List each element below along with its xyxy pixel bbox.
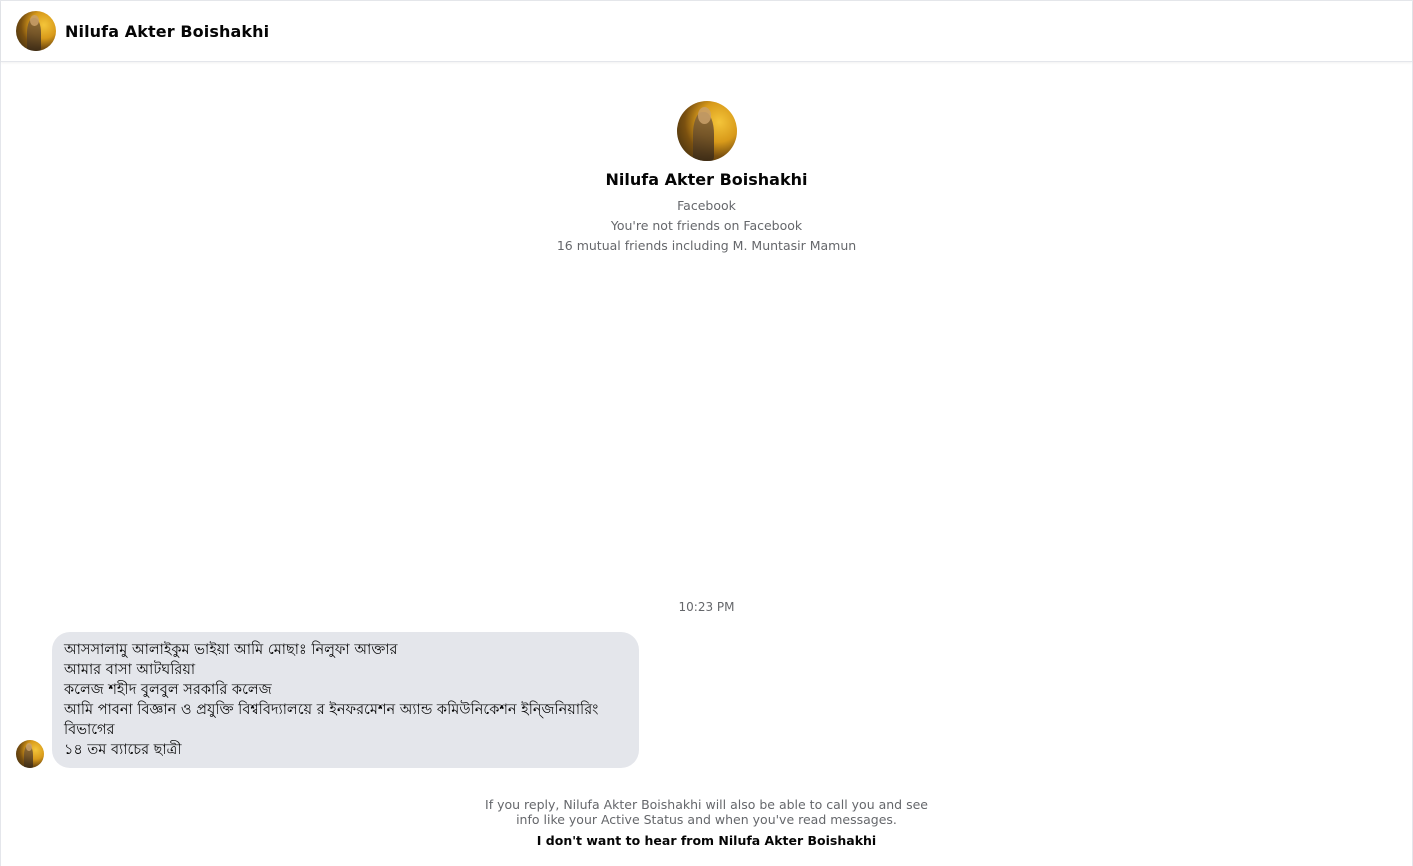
- reply-privacy-note: If you reply, Nilufa Akter Boishakhi wil…: [485, 797, 928, 827]
- header-avatar[interactable]: [16, 11, 56, 51]
- message-line: আমি পাবনা বিজ্ঞান ও প্রযুক্তি বিশ্ববিদ্য…: [64, 702, 599, 718]
- incoming-message-row: আসসালামু আলাইকুম ভাইয়া আমি মোছাঃ নিলুফা…: [16, 632, 639, 768]
- message-request-footer: If you reply, Nilufa Akter Boishakhi wil…: [1, 797, 1412, 848]
- sender-avatar[interactable]: [16, 740, 44, 768]
- message-line: বিভাগের: [64, 722, 115, 738]
- message-line: ১৪ তম ব্যাচের ছাত্রী: [64, 742, 182, 758]
- profile-avatar[interactable]: [676, 101, 737, 161]
- message-timestamp: 10:23 PM: [678, 600, 735, 614]
- profile-platform: Facebook: [677, 198, 736, 213]
- message-line: আসসালামু আলাইকুম ভাইয়া আমি মোছাঃ নিলুফা…: [64, 642, 398, 658]
- profile-intro: Nilufa Akter Boishakhi Facebook You're n…: [1, 101, 1412, 253]
- header-contact-name[interactable]: Nilufa Akter Boishakhi: [65, 22, 269, 41]
- message-line: কলেজ শহীদ বুলবুল সরকারি কলেজ: [64, 682, 272, 698]
- chat-header: Nilufa Akter Boishakhi: [1, 1, 1412, 62]
- avatar-photo-face: [698, 107, 712, 124]
- mutual-friends: 16 mutual friends including M. Muntasir …: [556, 238, 857, 253]
- avatar-photo-face: [26, 742, 33, 751]
- ignore-messages-link[interactable]: I don't want to hear from Nilufa Akter B…: [1, 833, 1412, 848]
- friend-status: You're not friends on Facebook: [610, 218, 803, 233]
- profile-name[interactable]: Nilufa Akter Boishakhi: [1, 170, 1412, 189]
- chat-window: Nilufa Akter Boishakhi Nilufa Akter Bois…: [0, 0, 1413, 866]
- message-line: আমার বাসা আটঘরিয়া: [64, 662, 196, 678]
- message-bubble[interactable]: আসসালামু আলাইকুম ভাইয়া আমি মোছাঃ নিলুফা…: [52, 632, 639, 768]
